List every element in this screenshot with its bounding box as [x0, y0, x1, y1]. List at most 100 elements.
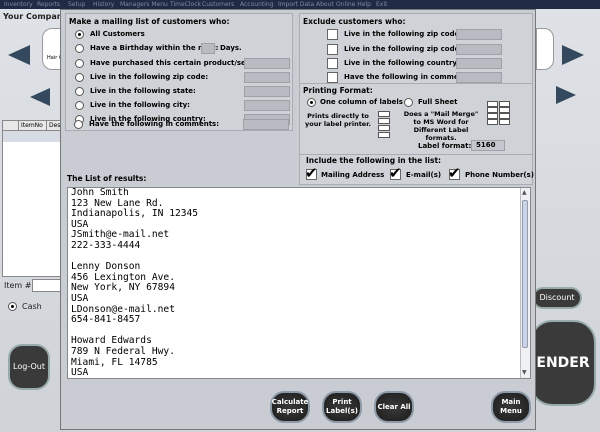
label-sheet-icon [487, 101, 512, 133]
checkmark-icon: ✔ [389, 164, 402, 182]
one-column-label: One column of labels [320, 98, 403, 106]
menu-item-import-data[interactable]: Import Data [278, 0, 314, 9]
label-icon [378, 125, 390, 131]
table-header-blank [3, 121, 19, 131]
option-state: Live in the following state: [90, 87, 196, 95]
right-arrow-icon-2[interactable] [556, 86, 576, 104]
menu-item-managers-menu[interactable]: Managers Menu [120, 0, 168, 9]
printing-format-group: Printing Format: One column of labels Fu… [299, 83, 533, 155]
right-logo-edge [536, 28, 554, 70]
exclude-title: Exclude customers who: [303, 17, 406, 26]
exclude-country-input[interactable] [456, 58, 502, 69]
item-number-label: Item # [4, 281, 32, 290]
mailing-criteria-group: Make a mailing list of customers who: Al… [65, 13, 293, 131]
exclude-option-2: Live in the following zip code: [344, 45, 463, 53]
table-row[interactable] [3, 131, 65, 142]
menu-item-inventory[interactable]: Inventory [4, 0, 33, 9]
exclude-option-1: Live in the following zip code: [344, 30, 463, 38]
left-arrow-icon[interactable] [8, 45, 30, 65]
left-arrow-icon-2[interactable] [30, 88, 50, 106]
radio-one-column[interactable] [307, 98, 316, 107]
option-all-customers: All Customers [90, 30, 145, 38]
checkmark-icon: ✔ [305, 164, 318, 182]
phone-label: Phone Number(s) [465, 171, 535, 179]
exclude-option-3: Live in the following country: [344, 59, 460, 67]
results-text: John Smith 123 New Lane Rd. Indianapolis… [71, 187, 199, 379]
company-label: Your Company [3, 12, 68, 21]
exclude-group: Exclude customers who: Live in the follo… [299, 13, 533, 89]
checkmark-icon: ✔ [448, 164, 461, 182]
radio-city[interactable] [75, 101, 84, 110]
menu-item-reports[interactable]: Reports [37, 0, 60, 9]
exclude-comments-input[interactable] [456, 72, 502, 83]
cash-label: Cash [22, 302, 42, 311]
results-title: The List of results: [67, 174, 147, 183]
menu-item-setup[interactable]: Setup [68, 0, 85, 9]
mail-merge-text: Does a "Mail Merge" to MS Word for Diffe… [403, 110, 479, 142]
table-header-itemno: ItemNo [19, 121, 47, 131]
results-textarea[interactable]: John Smith 123 New Lane Rd. Indianapolis… [67, 187, 531, 379]
exclude-zip-input-1[interactable] [456, 29, 502, 40]
option-comments: Have the following in comments: [89, 120, 220, 128]
calculate-report-button[interactable]: Calculate Report [270, 391, 310, 423]
product-input[interactable] [244, 58, 290, 69]
item-number-input[interactable] [32, 279, 62, 292]
logout-button[interactable]: Log-Out [8, 344, 50, 390]
radio-all-customers[interactable] [75, 30, 84, 39]
comments-input[interactable] [243, 119, 289, 130]
scroll-down-icon[interactable]: ▼ [522, 369, 527, 376]
label-format-label: Label format: [418, 142, 472, 150]
mailing-list-dialog: Make a mailing list of customers who: Al… [60, 9, 536, 430]
clear-all-button[interactable]: Clear All [374, 391, 414, 423]
option-zip-code: Live in the following zip code: [90, 73, 209, 81]
radio-birthday[interactable] [75, 44, 84, 53]
birthday-days-input[interactable] [201, 43, 215, 54]
main-menu-button[interactable]: Main Menu [491, 391, 531, 423]
items-table: ItemNo Desc [2, 120, 66, 277]
scroll-up-icon[interactable]: ▲ [522, 189, 527, 196]
radio-comments[interactable] [74, 120, 83, 129]
label-icon [378, 111, 390, 117]
state-input[interactable] [244, 86, 290, 97]
exclude-country-checkbox[interactable] [327, 58, 338, 69]
radio-zip-code[interactable] [75, 73, 84, 82]
exclude-comments-checkbox[interactable] [327, 72, 338, 83]
prints-directly-text: Prints directly to your label printer. [305, 112, 371, 128]
city-input[interactable] [244, 100, 290, 111]
cash-radio[interactable] [8, 302, 17, 311]
email-label: E-mail(s) [406, 171, 442, 179]
include-group: Include the following in the list: ✔ Mai… [299, 154, 535, 185]
label-icon [378, 118, 390, 124]
label-icon [378, 132, 390, 138]
days-label: Days. [220, 44, 242, 52]
radio-state[interactable] [75, 87, 84, 96]
menu-item-timeclock[interactable]: TimeClock [170, 0, 201, 9]
menu-item-online-help[interactable]: Online Help [336, 0, 371, 9]
discount-button[interactable]: Discount [532, 287, 582, 309]
menu-item-accounting[interactable]: Accounting [240, 0, 274, 9]
menu-item-about[interactable]: About [316, 0, 334, 9]
exclude-zip-input-2[interactable] [456, 44, 502, 55]
option-birthday: Have a Birthday within the next: [90, 44, 219, 52]
menu-bar: Inventory Reports Setup History Managers… [0, 0, 600, 9]
zip-code-input[interactable] [244, 72, 290, 83]
option-purchased-product: Have purchased this certain product/serv… [90, 59, 268, 67]
mailing-address-label: Mailing Address [321, 171, 385, 179]
radio-purchased-product[interactable] [75, 59, 84, 68]
results-scrollbar[interactable]: ▲ ▼ [520, 188, 530, 378]
menu-item-exit[interactable]: Exit [376, 0, 387, 9]
full-sheet-label: Full Sheet [418, 98, 458, 106]
mailing-criteria-title: Make a mailing list of customers who: [69, 17, 230, 26]
exclude-zip-checkbox-2[interactable] [327, 44, 338, 55]
right-arrow-icon[interactable] [562, 45, 584, 65]
exclude-zip-checkbox-1[interactable] [327, 29, 338, 40]
scrollbar-thumb[interactable] [522, 200, 528, 348]
radio-full-sheet[interactable] [404, 98, 413, 107]
print-labels-button[interactable]: Print Label(s) [322, 391, 362, 423]
menu-item-customers[interactable]: Customers [202, 0, 234, 9]
label-format-input[interactable]: 5160 [471, 140, 505, 151]
tender-button[interactable]: ENDER [530, 320, 596, 406]
printing-format-title: Printing Format: [303, 86, 373, 95]
include-title: Include the following in the list: [306, 156, 442, 165]
menu-item-history[interactable]: History [93, 0, 114, 9]
